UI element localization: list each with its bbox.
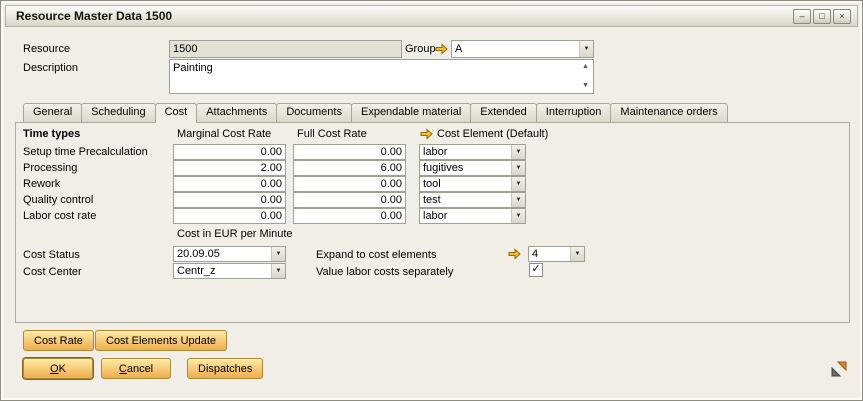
- expand-to-cost-elements-label: Expand to cost elements: [316, 249, 436, 261]
- checkmark-icon: ✓: [531, 263, 540, 275]
- description-label: Description: [23, 62, 78, 74]
- chevron-down-icon: ▼: [579, 41, 593, 57]
- maximize-icon[interactable]: □: [813, 9, 831, 24]
- full-cost-input[interactable]: [293, 144, 406, 160]
- tab-expendable-material[interactable]: Expendable material: [351, 103, 471, 122]
- column-header-full-cost-rate: Full Cost Rate: [297, 128, 367, 140]
- titlebar[interactable]: Resource Master Data 1500 – □ ×: [5, 5, 858, 27]
- full-cost-input[interactable]: [293, 160, 406, 176]
- chevron-down-icon: ▼: [570, 247, 584, 261]
- scroll-up-icon[interactable]: ▲: [582, 63, 589, 70]
- value-labor-costs-label: Value labor costs separately: [316, 266, 453, 278]
- resource-master-data-window: Resource Master Data 1500 – □ × Resource…: [0, 0, 863, 401]
- window-title: Resource Master Data 1500: [16, 9, 172, 23]
- cost-unit-note: Cost in EUR per Minute: [177, 228, 293, 240]
- close-icon[interactable]: ×: [833, 9, 851, 24]
- row-label-setup-time: Setup time Precalculation: [23, 146, 148, 158]
- cost-rate-button[interactable]: Cost Rate: [23, 330, 94, 351]
- resize-grip-icon[interactable]: [831, 361, 847, 377]
- chevron-down-icon: ▼: [511, 145, 525, 159]
- window-controls: – □ ×: [793, 9, 851, 24]
- resource-label: Resource: [23, 43, 70, 55]
- chevron-down-icon: ▼: [271, 264, 285, 278]
- chevron-down-icon: ▼: [511, 193, 525, 207]
- cost-element-select[interactable]: tool ▼: [419, 176, 526, 192]
- tab-interruption[interactable]: Interruption: [536, 103, 612, 122]
- tab-attachments[interactable]: Attachments: [196, 103, 277, 122]
- ok-button[interactable]: OK: [23, 358, 93, 379]
- full-cost-input[interactable]: [293, 208, 406, 224]
- row-label-rework: Rework: [23, 178, 60, 190]
- tab-extended[interactable]: Extended: [470, 103, 536, 122]
- cancel-button[interactable]: Cancel: [101, 358, 171, 379]
- resource-input[interactable]: [169, 40, 402, 58]
- column-header-cost-element: Cost Element (Default): [437, 128, 548, 140]
- cost-element-select[interactable]: fugitives ▼: [419, 160, 526, 176]
- cost-elements-update-button[interactable]: Cost Elements Update: [95, 330, 227, 351]
- marginal-cost-input[interactable]: [173, 144, 286, 160]
- marginal-cost-input[interactable]: [173, 208, 286, 224]
- group-select-value: A: [452, 41, 579, 57]
- column-header-time-types: Time types: [23, 128, 80, 140]
- full-cost-input[interactable]: [293, 192, 406, 208]
- tab-maintenance-orders[interactable]: Maintenance orders: [610, 103, 727, 122]
- link-arrow-icon[interactable]: [435, 42, 448, 60]
- group-label: Group: [405, 43, 436, 55]
- link-arrow-icon[interactable]: [420, 127, 433, 145]
- column-header-marginal-cost-rate: Marginal Cost Rate: [177, 128, 271, 140]
- marginal-cost-input[interactable]: [173, 160, 286, 176]
- cost-status-select[interactable]: 20.09.05 ▼: [173, 246, 286, 262]
- cost-element-select[interactable]: labor ▼: [419, 144, 526, 160]
- full-cost-input[interactable]: [293, 176, 406, 192]
- dispatches-button[interactable]: Dispatches: [187, 358, 263, 379]
- cost-status-label: Cost Status: [23, 249, 80, 261]
- chevron-down-icon: ▼: [511, 177, 525, 191]
- tab-documents[interactable]: Documents: [276, 103, 352, 122]
- scroll-down-icon[interactable]: ▼: [582, 82, 589, 89]
- minimize-icon[interactable]: –: [793, 9, 811, 24]
- tab-bar: General Scheduling Cost Attachments Docu…: [23, 103, 727, 123]
- description-input[interactable]: Painting: [169, 59, 594, 94]
- chevron-down-icon: ▼: [511, 209, 525, 223]
- marginal-cost-input[interactable]: [173, 192, 286, 208]
- marginal-cost-input[interactable]: [173, 176, 286, 192]
- chevron-down-icon: ▼: [511, 161, 525, 175]
- row-label-processing: Processing: [23, 162, 77, 174]
- group-select[interactable]: A ▼: [451, 40, 594, 58]
- chevron-down-icon: ▼: [271, 247, 285, 261]
- tab-general[interactable]: General: [23, 103, 82, 122]
- cost-element-select[interactable]: test ▼: [419, 192, 526, 208]
- link-arrow-icon[interactable]: [508, 247, 521, 265]
- tab-scheduling[interactable]: Scheduling: [81, 103, 155, 122]
- cost-element-select[interactable]: labor ▼: [419, 208, 526, 224]
- row-label-labor-cost-rate: Labor cost rate: [23, 210, 96, 222]
- cost-center-select[interactable]: Centr_z ▼: [173, 263, 286, 279]
- value-labor-costs-checkbox[interactable]: ✓: [529, 263, 543, 277]
- row-label-quality-control: Quality control: [23, 194, 93, 206]
- cost-center-label: Cost Center: [23, 266, 82, 278]
- tab-cost[interactable]: Cost: [155, 103, 198, 123]
- expand-to-cost-elements-select[interactable]: 4 ▼: [528, 246, 585, 262]
